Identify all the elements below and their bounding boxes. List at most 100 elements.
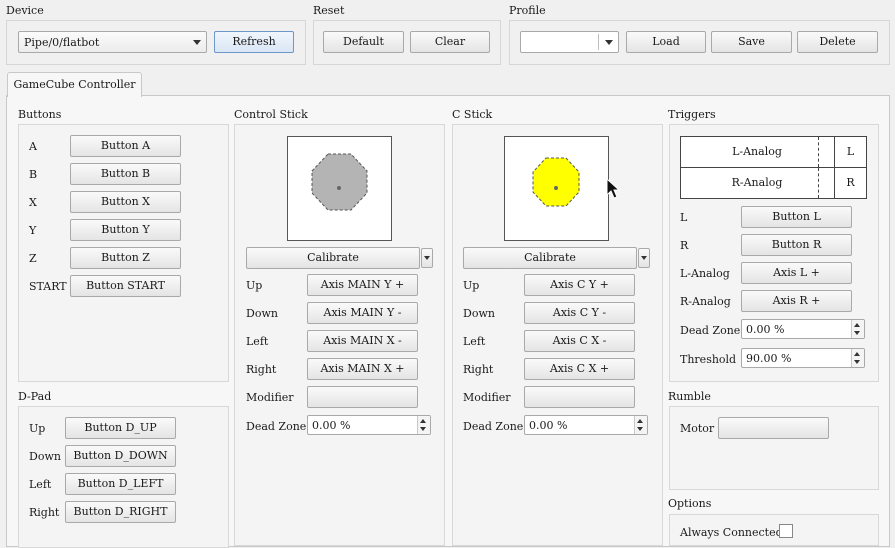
chevron-down-icon [605,40,613,45]
device-group-title: Device [6,4,44,17]
button-y-binding[interactable]: Button Y [70,219,181,241]
c-right-binding[interactable]: Axis C X + [524,358,635,380]
cs-up-binding[interactable]: Axis MAIN Y + [307,274,418,296]
trigger-threshold-spinbox[interactable]: 90.00 % [741,348,865,368]
control-stick-group-title: Control Stick [234,108,308,121]
dpad-down-label: Down [29,450,61,463]
button-b-binding[interactable]: Button B [70,163,181,185]
button-z-binding[interactable]: Button Z [70,247,181,269]
cs-up-label: Up [246,279,263,292]
cs-dead-zone-label: Dead Zone [246,420,307,433]
trigger-l-binding[interactable]: Button L [741,206,852,228]
c-modifier-label: Modifier [463,391,511,404]
control-stick-preview [287,136,392,241]
chevron-down-icon [641,256,647,260]
c-stick-calibrate-menu[interactable] [638,248,650,268]
cs-dead-zone-spinbox[interactable]: 0.00 % [307,415,431,435]
trigger-l-analog-label: L-Analog [680,267,730,280]
l-analog-bar: L-Analog L [680,136,867,168]
chevron-up-icon [854,323,860,327]
c-dead-zone-label: Dead Zone [463,420,524,433]
button-x-binding[interactable]: Button X [70,191,181,213]
control-stick-calibrate-menu[interactable] [421,248,433,268]
always-connected-checkbox[interactable] [779,524,793,538]
default-button[interactable]: Default [323,31,404,53]
options-group-title: Options [668,497,712,510]
c-left-binding[interactable]: Axis C X - [524,330,635,352]
c-right-label: Right [463,363,494,376]
button-a-binding[interactable]: Button A [70,135,181,157]
cs-modifier-label: Modifier [246,391,294,404]
c-up-label: Up [463,279,480,292]
spin-arrows[interactable] [851,349,864,367]
chevron-down-icon [854,331,860,335]
trigger-threshold-value: 90.00 % [746,352,792,365]
control-stick-calibrate-button[interactable]: Calibrate [246,247,420,269]
spin-arrows[interactable] [851,320,864,338]
c-modifier-binding[interactable] [524,386,635,408]
cs-modifier-binding[interactable] [307,386,418,408]
button-x-label: X [29,196,37,209]
dpad-left-label: Left [29,478,52,491]
reset-group-title: Reset [313,4,345,17]
profile-select-divider [598,34,599,50]
trigger-threshold-label: Threshold [680,353,737,366]
motor-binding[interactable] [718,417,829,439]
c-left-label: Left [463,335,486,348]
chevron-up-icon [854,352,860,356]
trigger-l-analog-binding[interactable]: Axis L + [741,262,852,284]
button-z-label: Z [29,252,37,265]
trigger-r-binding[interactable]: Button R [741,234,852,256]
cs-right-label: Right [246,363,277,376]
spin-arrows[interactable] [634,416,647,434]
dpad-left-binding[interactable]: Button D_LEFT [65,473,176,495]
c-down-binding[interactable]: Axis C Y - [524,302,635,324]
dpad-down-binding[interactable]: Button D_DOWN [65,445,176,467]
c-stick-octagon [532,157,580,207]
dpad-right-binding[interactable]: Button D_RIGHT [65,501,176,523]
refresh-button[interactable]: Refresh [214,31,294,53]
triggers-group-title: Triggers [668,108,716,121]
c-stick-calibrate-button[interactable]: Calibrate [463,247,637,269]
tab-label: GameCube Controller [13,78,136,91]
motor-label: Motor [680,422,715,435]
button-y-label: Y [29,224,37,237]
trigger-dead-zone-value: 0.00 % [746,323,785,336]
trigger-dead-zone-spinbox[interactable]: 0.00 % [741,319,865,339]
c-up-binding[interactable]: Axis C Y + [524,274,635,296]
load-button[interactable]: Load [626,31,706,53]
mouse-cursor-icon [606,178,620,199]
button-b-label: B [29,168,38,181]
l-analog-name: L-Analog [732,145,782,158]
c-dead-zone-spinbox[interactable]: 0.00 % [524,415,648,435]
button-start-binding[interactable]: Button START [70,275,181,297]
l-analog-threshold-line [818,137,819,167]
cs-left-label: Left [246,335,269,348]
clear-button[interactable]: Clear [410,31,490,53]
trigger-r-analog-binding[interactable]: Axis R + [741,290,852,312]
chevron-up-icon [420,419,426,423]
tab-gamecube-controller[interactable]: GameCube Controller [7,72,142,97]
trigger-dead-zone-label: Dead Zone [680,324,741,337]
cs-down-binding[interactable]: Axis MAIN Y - [307,302,418,324]
button-start-label: START [29,280,67,293]
c-down-label: Down [463,307,495,320]
device-select[interactable]: Pipe/0/flatbot [18,31,207,53]
c-dead-zone-value: 0.00 % [529,419,568,432]
cs-left-binding[interactable]: Axis MAIN X - [307,330,418,352]
c-stick-group-title: C Stick [452,108,493,121]
r-digital-key: R [846,176,855,189]
spin-arrows[interactable] [417,416,430,434]
always-connected-label: Always Connected [680,526,783,539]
chevron-down-icon [854,360,860,364]
dpad-up-binding[interactable]: Button D_UP [65,417,176,439]
chevron-down-icon [193,40,201,45]
chevron-down-icon [420,427,426,431]
button-a-label: A [29,140,37,153]
profile-select[interactable] [520,31,619,53]
l-digital-key: L [846,145,855,158]
cs-right-binding[interactable]: Axis MAIN X + [307,358,418,380]
r-analog-name: R-Analog [731,176,783,189]
save-button[interactable]: Save [711,31,792,53]
delete-button[interactable]: Delete [797,31,878,53]
